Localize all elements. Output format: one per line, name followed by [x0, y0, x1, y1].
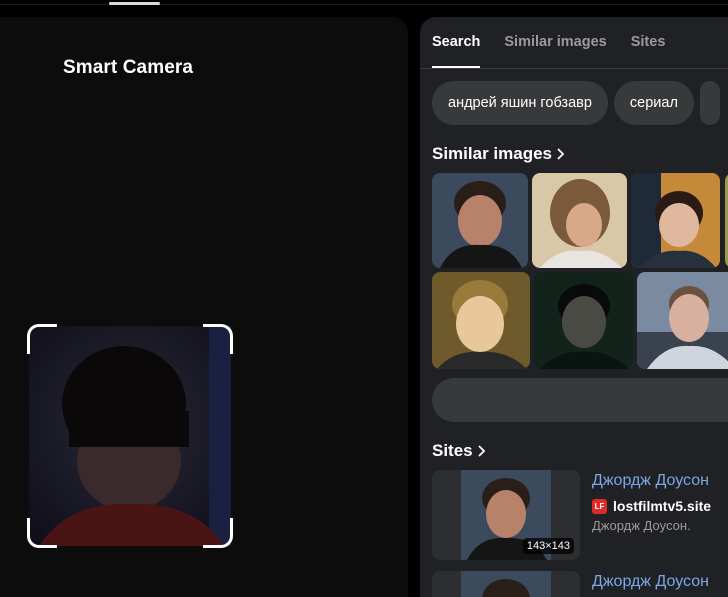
site-result-thumbnail[interactable]: 143×143: [432, 470, 580, 560]
top-indicator: [109, 2, 160, 5]
person-photo-icon: [461, 571, 551, 597]
person-photo-icon: [432, 272, 530, 369]
site-result-domain[interactable]: LF lostfilmtv5.site: [592, 498, 711, 514]
query-chip-partial[interactable]: [699, 81, 720, 125]
similar-image-thumbnail[interactable]: [432, 173, 528, 268]
similar-image-thumbnail[interactable]: [534, 272, 633, 369]
frame-corner-icon: [203, 518, 233, 548]
site-domain-label: lostfilmtv5.site: [613, 498, 712, 514]
frame-corner-icon: [203, 324, 233, 354]
similar-image-thumbnail[interactable]: [631, 173, 720, 268]
camera-viewfinder[interactable]: [27, 324, 233, 548]
tab-bar: Search Similar images Sites: [432, 34, 665, 50]
panel-title: Smart Camera: [63, 57, 194, 78]
person-photo-icon: [534, 272, 633, 369]
chevron-right-icon: [557, 148, 565, 160]
site-result-description: Джордж Доусон.: [592, 518, 691, 533]
query-chip[interactable]: андрей яшин гобзавр: [432, 81, 608, 125]
tabs-divider: [420, 68, 728, 69]
person-photo-icon: [637, 272, 728, 369]
person-photo-icon: [631, 173, 720, 268]
frame-corner-icon: [27, 518, 57, 548]
more-similar-images-button[interactable]: [432, 378, 728, 422]
site-favicon-icon: LF: [592, 498, 607, 514]
similar-image-thumbnail[interactable]: [532, 173, 627, 268]
tab-search[interactable]: Search: [432, 34, 480, 50]
query-chip[interactable]: сериал: [613, 81, 694, 125]
tab-similar-images[interactable]: Similar images: [504, 34, 606, 50]
site-result-title[interactable]: Джордж Доусон: [592, 573, 709, 591]
similar-image-thumbnail[interactable]: [637, 272, 728, 369]
camera-preview-image: [29, 326, 231, 546]
similar-images-heading-label: Similar images: [432, 144, 553, 163]
tab-sites[interactable]: Sites: [631, 34, 666, 50]
image-size-badge: 143×143: [522, 538, 574, 554]
site-result-thumbnail[interactable]: [432, 571, 580, 597]
similar-images-heading[interactable]: Similar images: [432, 144, 565, 164]
sites-heading[interactable]: Sites: [432, 441, 486, 461]
chevron-right-icon: [478, 445, 485, 457]
person-photo-icon: [532, 173, 627, 268]
person-photo-icon: [432, 173, 528, 268]
sites-heading-label: Sites: [432, 441, 473, 460]
query-chips: андрей яшин гобзавр сериал: [432, 81, 720, 125]
site-result-title[interactable]: Джордж Доусон: [592, 472, 709, 490]
similar-image-thumbnail[interactable]: [432, 272, 530, 369]
frame-corner-icon: [27, 324, 57, 354]
results-panel: Search Similar images Sites андрей яшин …: [420, 17, 728, 597]
